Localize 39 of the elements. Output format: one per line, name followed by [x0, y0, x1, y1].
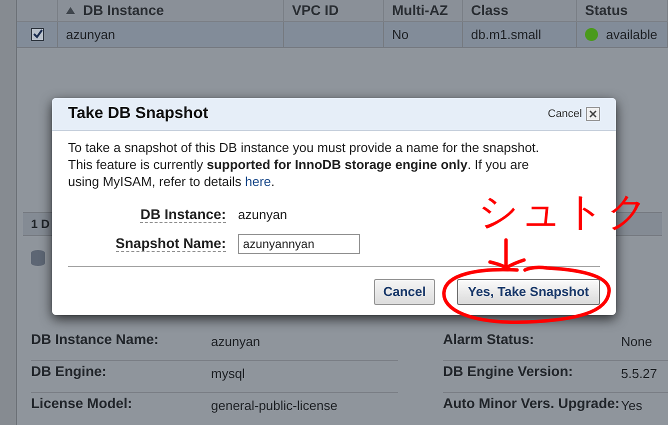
detail-label: Alarm Status: — [443, 332, 536, 348]
database-icon — [31, 250, 45, 266]
detail-label: DB Engine: — [31, 364, 108, 380]
table-cell-text: No — [392, 26, 409, 44]
column-header[interactable]: DB Instance — [83, 0, 164, 21]
detail-value: 5.5.27 — [621, 365, 658, 384]
dialog-title: Take DB Snapshot — [68, 104, 208, 124]
detail-label: DB Engine Version: — [443, 364, 574, 380]
field-label: Snapshot Name: — [114, 234, 226, 254]
cancel-link[interactable]: Cancel — [548, 106, 582, 122]
dialog-message: To take a snapshot of this DB instance you must provide a name for the snapshot. This feature is currently supported for InnoDB storage engine only. If you are using MyISAM, refer to details here. — [68, 139, 540, 190]
column-header[interactable]: Multi-AZ — [392, 0, 448, 21]
field-value: azunyan — [238, 206, 288, 224]
column-header[interactable]: VPC ID — [292, 0, 339, 21]
panel-header: 1 D — [31, 216, 50, 233]
dialog-button[interactable]: Cancel — [374, 279, 435, 305]
snapshot-name-field[interactable]: azunyannyan — [238, 234, 360, 254]
table-row[interactable]: azunyan No db.m1.small available — [17, 22, 668, 48]
detail-value: None — [621, 333, 652, 352]
column-header[interactable]: Status — [585, 0, 628, 21]
sort-ascending-icon[interactable] — [66, 7, 75, 14]
detail-value: azunyan — [211, 333, 260, 352]
detail-label: License Model: — [31, 396, 134, 412]
table-cell-text: available — [606, 26, 658, 44]
detail-value: mysql — [211, 365, 245, 384]
field-label: DB Instance: — [139, 205, 226, 225]
close-icon — [589, 110, 597, 118]
detail-value: general-public-license — [211, 397, 338, 416]
details-link[interactable]: here — [245, 174, 272, 189]
detail-value: Yes — [621, 397, 642, 416]
detail-label: Auto Minor Vers. Upgrade: — [443, 396, 621, 412]
table-cell-text: azunyan — [66, 26, 116, 44]
detail-label: DB Instance Name: — [31, 332, 160, 348]
close-button[interactable] — [586, 107, 600, 121]
row-checkbox[interactable] — [30, 28, 44, 41]
table-cell-text: db.m1.small — [471, 26, 542, 44]
column-header[interactable]: Class — [471, 0, 508, 21]
dialog-button[interactable]: Yes, Take Snapshot — [456, 279, 600, 305]
annotation-arrow — [486, 238, 526, 270]
